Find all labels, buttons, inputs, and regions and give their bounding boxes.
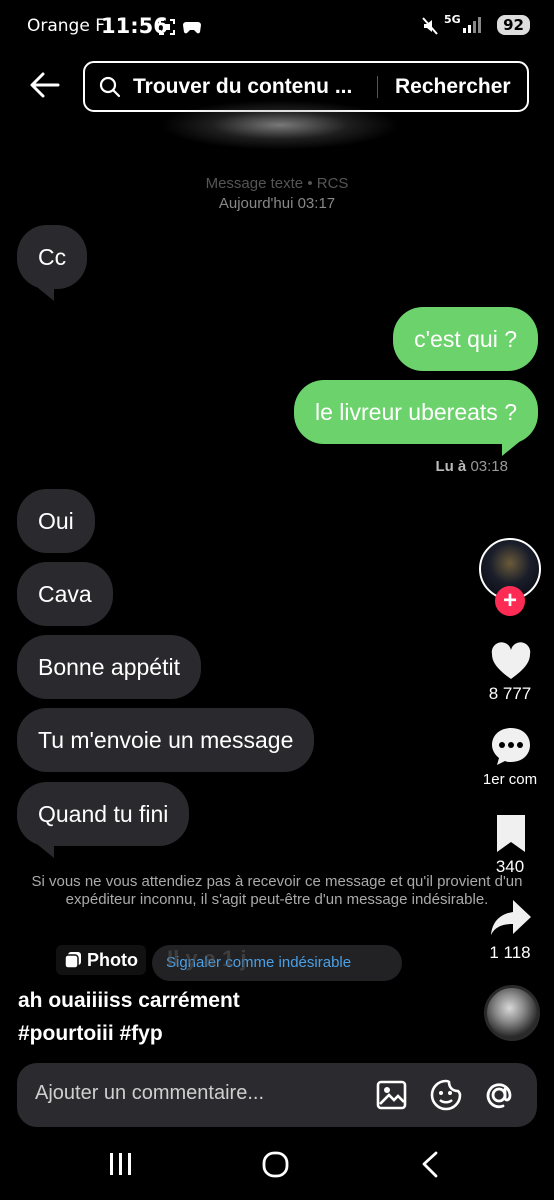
read-label: Lu à: [435, 458, 467, 475]
music-disc[interactable]: [484, 985, 540, 1041]
share-icon[interactable]: [489, 896, 533, 940]
comment-bar[interactable]: Ajouter un commentaire...: [17, 1063, 537, 1127]
mention-icon[interactable]: [481, 1077, 517, 1113]
message-bubble-incoming: Oui: [17, 489, 95, 553]
spam-warning-text: Si vous ne vous attendiez pas à recevoir…: [31, 873, 523, 908]
message-bubble-incoming: Tu m'envoie un message: [17, 708, 315, 772]
recent-apps-icon[interactable]: [104, 1148, 138, 1182]
read-time: 03:18: [470, 458, 508, 475]
follow-plus-icon[interactable]: +: [495, 586, 525, 616]
screenshot-icon: [159, 19, 175, 35]
video-hashtags[interactable]: #pourtoiii #fyp: [18, 1022, 163, 1046]
message-bubble-incoming: Bonne appétit: [17, 635, 201, 699]
carrier-label: Orange F: [27, 16, 105, 36]
battery-indicator: 92: [497, 15, 530, 35]
message-type-label: Message texte • RCS: [205, 175, 349, 192]
message-bubble-incoming: Cava: [17, 562, 113, 626]
home-icon[interactable]: [259, 1148, 293, 1182]
photo-icon: [64, 952, 81, 969]
read-receipt: Lu à 03:18: [435, 458, 508, 475]
comment-input[interactable]: Ajouter un commentaire...: [35, 1082, 264, 1105]
comment-icon[interactable]: [489, 725, 533, 769]
comments-count: 1er com: [482, 771, 538, 788]
time-ago-label: Il y a 1 j: [167, 946, 247, 971]
mute-icon: [422, 17, 438, 35]
network-type: 5G: [444, 13, 461, 26]
heart-icon[interactable]: [489, 640, 533, 684]
bubble-tail: [502, 438, 524, 456]
message-bubble-incoming: Quand tu fini: [17, 782, 190, 846]
search-divider: [377, 76, 378, 98]
back-arrow-icon[interactable]: [28, 68, 62, 102]
game-controller-icon: [183, 22, 201, 34]
image-icon[interactable]: [374, 1077, 410, 1113]
search-icon: [99, 76, 121, 98]
saves-count: 340: [495, 857, 525, 876]
photo-label: Photo: [87, 950, 139, 970]
search-button[interactable]: Rechercher: [395, 75, 511, 99]
bookmark-icon[interactable]: [489, 812, 533, 856]
search-input[interactable]: Trouver du contenu ...: [133, 75, 352, 99]
video-caption: ah ouaiiiiss carrément: [18, 989, 240, 1012]
status-bar: Orange F 11:56 5G 92: [0, 0, 554, 52]
bubble-tail: [32, 840, 54, 858]
background-glow: [160, 100, 400, 150]
message-bubble-outgoing: le livreur ubereats ?: [294, 380, 538, 444]
bubble-tail: [32, 283, 54, 301]
message-bubble-incoming: Cc: [17, 225, 88, 289]
signal-icon: [463, 17, 481, 33]
emoji-sticker-icon[interactable]: [428, 1077, 464, 1113]
message-date-label: Aujourd'hui 03:17: [218, 195, 336, 212]
shares-count: 1 118: [489, 943, 531, 962]
photo-badge[interactable]: Photo: [56, 945, 147, 975]
likes-count: 8 777: [488, 684, 532, 703]
back-icon[interactable]: [414, 1148, 448, 1182]
message-bubble-outgoing: c'est qui ?: [393, 307, 538, 371]
